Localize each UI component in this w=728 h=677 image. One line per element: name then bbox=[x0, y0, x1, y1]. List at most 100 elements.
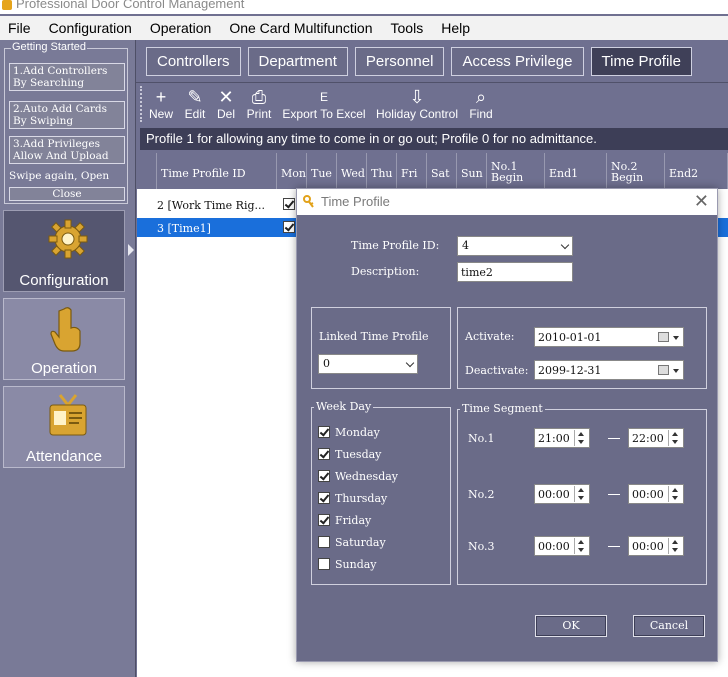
mon-checkbox[interactable] bbox=[283, 221, 295, 233]
mon-checkbox[interactable] bbox=[283, 198, 295, 210]
segment-1-end-stepper[interactable]: 22:00 bbox=[628, 428, 684, 448]
weekday-tuesday[interactable]: Tuesday bbox=[318, 448, 381, 461]
nav-operation[interactable]: Operation bbox=[3, 298, 125, 380]
thursday-checkbox[interactable] bbox=[318, 492, 330, 504]
chevron-down-icon bbox=[405, 358, 415, 368]
hand-pointer-icon bbox=[50, 307, 81, 352]
col-sat[interactable]: Sat bbox=[427, 153, 457, 189]
time-segment-box: Time Segment No.1 21:00 22:00 No.2 00:00… bbox=[457, 402, 707, 585]
col-tue[interactable]: Tue bbox=[307, 153, 337, 189]
spinner-arrows-icon[interactable] bbox=[668, 430, 682, 446]
export-excel-button[interactable]: E Export To Excel bbox=[282, 87, 366, 121]
menu-operation[interactable]: Operation bbox=[142, 20, 221, 36]
spinner-arrows-icon[interactable] bbox=[574, 538, 588, 554]
dropdown-arrow-icon bbox=[673, 336, 679, 340]
main-tabs: Controllers Department Personnel Access … bbox=[146, 47, 699, 76]
nav-operation-label: Operation bbox=[31, 360, 97, 377]
nav-attendance[interactable]: Attendance bbox=[3, 386, 125, 468]
tab-department[interactable]: Department bbox=[247, 47, 348, 76]
tab-time-profile[interactable]: Time Profile bbox=[590, 47, 692, 76]
col-time-profile-id[interactable]: Time Profile ID bbox=[157, 153, 277, 189]
profile-id-select[interactable]: 4 bbox=[457, 236, 573, 256]
range-dash bbox=[608, 494, 620, 495]
segment-1-begin-stepper[interactable]: 21:00 bbox=[534, 428, 590, 448]
holiday-control-button[interactable]: ⇩ Holiday Control bbox=[374, 87, 460, 121]
segment-2-begin-stepper[interactable]: 00:00 bbox=[534, 484, 590, 504]
edit-button[interactable]: ✎ Edit bbox=[182, 87, 208, 121]
spinner-arrows-icon[interactable] bbox=[574, 430, 588, 446]
excel-icon: E bbox=[319, 90, 328, 104]
find-button[interactable]: ⌕ Find bbox=[468, 87, 494, 121]
spinner-arrows-icon[interactable] bbox=[668, 486, 682, 502]
step-add-controllers[interactable]: 1.Add Controllers By Searching bbox=[9, 63, 125, 91]
menu-bar: File Configuration Operation One Card Mu… bbox=[0, 16, 728, 40]
activate-label: Activate: bbox=[465, 330, 515, 343]
range-dash bbox=[608, 438, 620, 439]
activation-box: Activate: 2010-01-01 Deactivate: 2099-12… bbox=[457, 307, 707, 389]
col-thu[interactable]: Thu bbox=[367, 153, 397, 189]
col-no1-begin[interactable]: No.1 Begin bbox=[487, 153, 545, 189]
description-input[interactable]: time2 bbox=[457, 262, 573, 282]
col-end1[interactable]: End1 bbox=[545, 153, 607, 189]
tuesday-checkbox[interactable] bbox=[318, 448, 330, 460]
weekday-saturday[interactable]: Saturday bbox=[318, 536, 386, 549]
dialog-titlebar: Time Profile ✕ bbox=[297, 189, 717, 215]
tab-access-privilege[interactable]: Access Privilege bbox=[451, 47, 584, 76]
menu-tools[interactable]: Tools bbox=[383, 20, 434, 36]
menu-file[interactable]: File bbox=[0, 20, 41, 36]
new-button[interactable]: + New bbox=[148, 87, 174, 121]
col-fri[interactable]: Fri bbox=[397, 153, 427, 189]
tab-personnel[interactable]: Personnel bbox=[354, 47, 445, 76]
weekday-monday[interactable]: Monday bbox=[318, 426, 380, 439]
menu-one-card[interactable]: One Card Multifunction bbox=[221, 20, 382, 36]
segment-3-end-stepper[interactable]: 00:00 bbox=[628, 536, 684, 556]
weekday-wednesday[interactable]: Wednesday bbox=[318, 470, 398, 483]
linked-profile-select[interactable]: 0 bbox=[318, 354, 418, 374]
sunday-checkbox[interactable] bbox=[318, 558, 330, 570]
menu-help[interactable]: Help bbox=[433, 20, 480, 36]
tab-controllers[interactable]: Controllers bbox=[146, 47, 241, 76]
print-button[interactable]: ⎙ Print bbox=[244, 87, 274, 121]
monday-checkbox[interactable] bbox=[318, 426, 330, 438]
grid-header: Time Profile ID Mon Tue Wed Thu Fri Sat … bbox=[137, 153, 728, 189]
nav-configuration-label: Configuration bbox=[19, 272, 109, 289]
range-dash bbox=[608, 546, 620, 547]
col-wed[interactable]: Wed bbox=[337, 153, 367, 189]
wednesday-checkbox[interactable] bbox=[318, 470, 330, 482]
col-no2-begin[interactable]: No.2 Begin bbox=[607, 153, 665, 189]
weekday-thursday[interactable]: Thursday bbox=[318, 492, 387, 505]
segment-3-begin-stepper[interactable]: 00:00 bbox=[534, 536, 590, 556]
spinner-arrows-icon[interactable] bbox=[668, 538, 682, 554]
nav-configuration[interactable]: Configuration bbox=[3, 210, 125, 292]
week-day-box: Week Day Monday Tuesday Wednesday Thursd… bbox=[311, 400, 451, 585]
saturday-checkbox[interactable] bbox=[318, 536, 330, 548]
friday-checkbox[interactable] bbox=[318, 514, 330, 526]
toolbar-grip[interactable] bbox=[140, 86, 144, 122]
calendar-icon bbox=[658, 365, 669, 375]
key-icon bbox=[303, 195, 314, 208]
close-icon[interactable]: ✕ bbox=[694, 191, 709, 212]
dialog-title: Time Profile bbox=[321, 194, 390, 209]
ok-button[interactable]: OK bbox=[535, 615, 607, 637]
activate-date-picker[interactable]: 2010-01-01 bbox=[534, 327, 684, 347]
segment-2-end-stepper[interactable]: 00:00 bbox=[628, 484, 684, 504]
col-sun[interactable]: Sun bbox=[457, 153, 487, 189]
segment-1-label: No.1 bbox=[468, 432, 495, 445]
weekday-sunday[interactable]: Sunday bbox=[318, 558, 377, 571]
chevron-down-icon bbox=[560, 240, 570, 250]
step-auto-add-cards[interactable]: 2.Auto Add Cards By Swiping bbox=[9, 101, 125, 129]
getting-started-close-button[interactable]: Close bbox=[9, 187, 125, 201]
col-end2[interactable]: End2 bbox=[665, 153, 728, 189]
col-mon[interactable]: Mon bbox=[277, 153, 307, 189]
spinner-arrows-icon[interactable] bbox=[574, 486, 588, 502]
cancel-button[interactable]: Cancel bbox=[633, 615, 705, 637]
step-add-privileges[interactable]: 3.Add Privileges Allow And Upload bbox=[9, 136, 125, 164]
profile-id-label: Time Profile ID: bbox=[351, 239, 440, 252]
info-bar: Profile 1 for allowing any time to come … bbox=[140, 128, 728, 150]
menu-configuration[interactable]: Configuration bbox=[41, 20, 142, 36]
window-titlebar: Professional Door Control Management bbox=[0, 0, 728, 14]
deactivate-date-picker[interactable]: 2099-12-31 bbox=[534, 360, 684, 380]
delete-button[interactable]: ✕ Del bbox=[214, 87, 238, 121]
gear-icon bbox=[48, 219, 88, 259]
weekday-friday[interactable]: Friday bbox=[318, 514, 371, 527]
